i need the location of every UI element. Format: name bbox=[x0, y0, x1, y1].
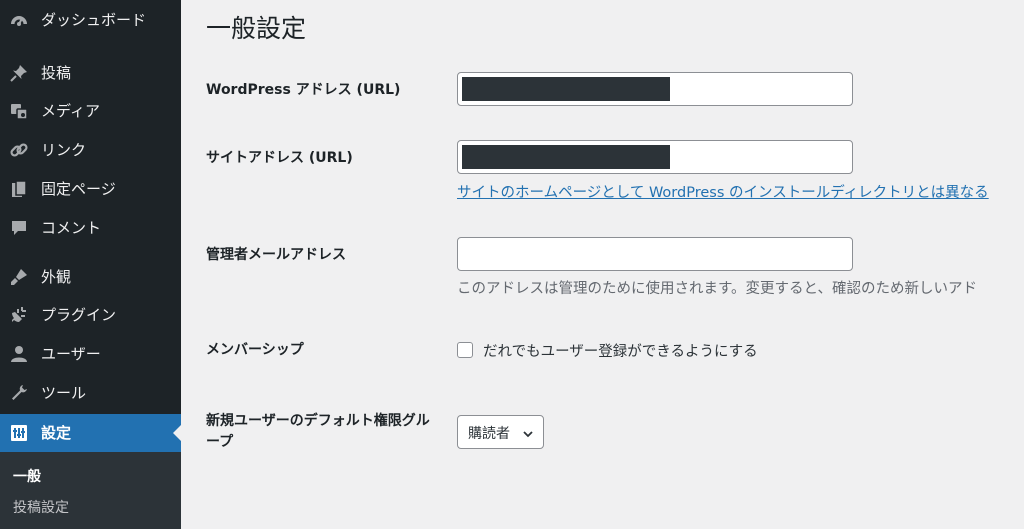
sidebar-item-tools[interactable]: ツール bbox=[0, 374, 181, 412]
sidebar-item-links[interactable]: リンク bbox=[0, 131, 181, 169]
sidebar-item-users[interactable]: ユーザー bbox=[0, 335, 181, 373]
default-role-select[interactable]: 購読者 bbox=[457, 415, 544, 449]
sidebar-item-plugins[interactable]: プラグイン bbox=[0, 296, 181, 334]
redacted-value bbox=[462, 145, 670, 169]
settings-main: 一般設定 WordPress アドレス (URL) サイトアドレス (URL) … bbox=[181, 0, 1024, 529]
link-icon bbox=[9, 140, 29, 160]
admin-sidebar: ダッシュボード 投稿 メディア リンク 固定ページ コメント 外観 プラグイン … bbox=[0, 0, 181, 529]
sidebar-item-label: ユーザー bbox=[41, 345, 101, 363]
sidebar-item-label: ツール bbox=[41, 384, 87, 402]
redacted-value bbox=[462, 77, 670, 101]
sidebar-item-label: コメント bbox=[41, 219, 102, 237]
media-icon bbox=[9, 101, 29, 121]
plugin-icon bbox=[9, 305, 29, 325]
sidebar-item-settings[interactable]: 設定 bbox=[0, 414, 181, 452]
admin-email-input[interactable] bbox=[457, 237, 853, 271]
default-role-value: 購読者 bbox=[468, 426, 510, 442]
pin-icon bbox=[9, 63, 29, 83]
membership-checkbox[interactable] bbox=[457, 342, 473, 358]
appearance-icon bbox=[9, 267, 29, 287]
submenu-item-general[interactable]: 一般 bbox=[13, 466, 41, 486]
sidebar-item-comments[interactable]: コメント bbox=[0, 209, 181, 247]
comment-icon bbox=[9, 218, 29, 238]
sidebar-item-label: プラグイン bbox=[41, 306, 117, 324]
sidebar-item-label: 投稿 bbox=[41, 64, 72, 82]
wp-address-label: WordPress アドレス (URL) bbox=[206, 82, 401, 98]
sidebar-item-label: ダッシュボード bbox=[41, 11, 147, 29]
settings-icon bbox=[9, 423, 29, 443]
chevron-down-icon bbox=[522, 425, 534, 444]
user-icon bbox=[9, 344, 29, 364]
dashboard-icon bbox=[9, 10, 29, 30]
sidebar-item-posts[interactable]: 投稿 bbox=[0, 54, 181, 92]
default-role-label: 新規ユーザーのデフォルト権限グループ bbox=[206, 413, 430, 450]
page-title: 一般設定 bbox=[206, 14, 307, 43]
sidebar-item-label: リンク bbox=[41, 141, 87, 159]
membership-checkbox-label[interactable]: だれでもユーザー登録ができるようにする bbox=[483, 340, 758, 361]
sidebar-item-media[interactable]: メディア bbox=[0, 92, 181, 130]
site-address-help-link[interactable]: サイトのホームページとして WordPress のインストールディレクトリとは異… bbox=[457, 181, 989, 202]
sidebar-item-label: メディア bbox=[41, 102, 100, 120]
submenu-item-writing[interactable]: 投稿設定 bbox=[13, 497, 69, 517]
sidebar-item-appearance[interactable]: 外観 bbox=[0, 258, 181, 296]
sidebar-item-pages[interactable]: 固定ページ bbox=[0, 170, 181, 208]
membership-label: メンバーシップ bbox=[206, 342, 304, 358]
pages-icon bbox=[9, 179, 29, 199]
sidebar-item-label: 固定ページ bbox=[41, 180, 116, 198]
admin-email-label: 管理者メールアドレス bbox=[206, 247, 346, 263]
site-address-input[interactable] bbox=[457, 140, 853, 174]
sidebar-item-dashboard[interactable]: ダッシュボード bbox=[0, 1, 181, 39]
wp-address-input[interactable] bbox=[457, 72, 853, 106]
sidebar-item-label: 外観 bbox=[41, 268, 72, 286]
wrench-icon bbox=[9, 383, 29, 403]
admin-email-description: このアドレスは管理のために使用されます。変更すると、確認のため新しいアド bbox=[457, 281, 977, 297]
sidebar-item-label: 設定 bbox=[41, 424, 72, 442]
settings-submenu: 一般 投稿設定 bbox=[0, 452, 181, 529]
site-address-label: サイトアドレス (URL) bbox=[206, 150, 353, 166]
